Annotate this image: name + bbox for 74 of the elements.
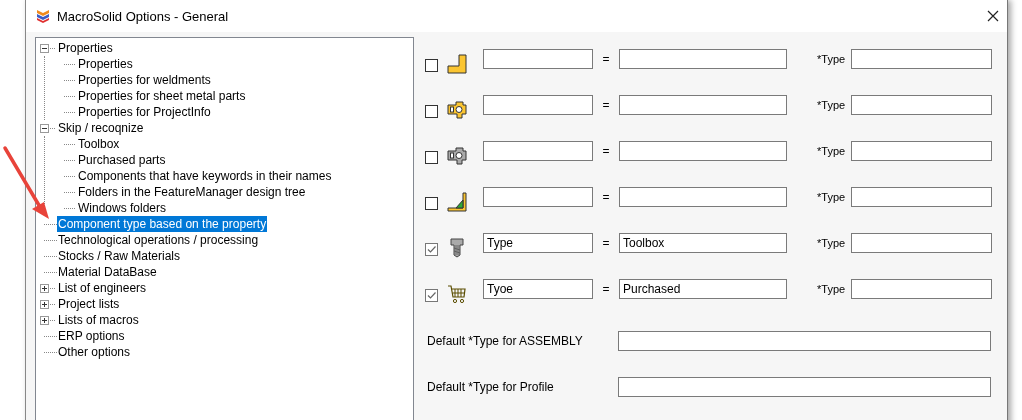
- property-field[interactable]: [483, 49, 593, 69]
- window-title: MacroSolid Options - General: [57, 8, 229, 24]
- equals-sign: =: [601, 144, 611, 158]
- tree-item[interactable]: Properties for ProjectInfo: [77, 104, 212, 120]
- tree-item[interactable]: Properties: [77, 56, 134, 72]
- type-label: *Type: [817, 283, 847, 295]
- checkbox[interactable]: [425, 58, 438, 72]
- tree-item[interactable]: Component type based on the property: [57, 216, 268, 232]
- tree-item[interactable]: Lists of macros: [57, 312, 140, 328]
- default-type-field[interactable]: [618, 377, 991, 397]
- value-field[interactable]: Purchased: [619, 279, 787, 299]
- bolt-icon: [447, 238, 467, 258]
- tree-item[interactable]: Components that have keywords in their names: [77, 168, 333, 184]
- type-label: *Type: [817, 99, 847, 111]
- checkbox[interactable]: [425, 242, 438, 256]
- cart-icon: [447, 284, 467, 304]
- type-label: *Type: [817, 191, 847, 203]
- type-field[interactable]: [851, 279, 992, 299]
- close-icon[interactable]: [987, 10, 999, 22]
- property-field[interactable]: Type: [483, 233, 593, 253]
- type-label: *Type: [817, 53, 847, 65]
- type-field[interactable]: [851, 95, 992, 115]
- tree-item[interactable]: Properties for sheet metal parts: [77, 88, 247, 104]
- block-icon: [447, 146, 467, 166]
- tree-item[interactable]: Technological operations / processing: [57, 232, 260, 248]
- tree-item[interactable]: List of engineers: [57, 280, 148, 296]
- value-field[interactable]: [619, 187, 787, 207]
- tree-item[interactable]: Folders in the FeatureManager design tree: [77, 184, 307, 200]
- tree-item[interactable]: ERP options: [57, 328, 126, 344]
- tree-item[interactable]: Stocks / Raw Materials: [57, 248, 182, 264]
- weld-icon: [447, 192, 467, 212]
- tree-item[interactable]: Other options: [57, 344, 132, 360]
- tree-item[interactable]: Purchased parts: [77, 152, 167, 168]
- tree-item[interactable]: Properties: [57, 40, 114, 56]
- checkbox[interactable]: [425, 150, 438, 164]
- checkbox[interactable]: [425, 104, 438, 118]
- property-field[interactable]: [483, 141, 593, 161]
- checkbox[interactable]: [425, 196, 438, 210]
- property-field[interactable]: [483, 187, 593, 207]
- expander-icon[interactable]: [40, 43, 49, 53]
- tree-item[interactable]: Skip / recoqnize: [57, 120, 145, 136]
- equals-sign: =: [601, 52, 611, 66]
- checkbox[interactable]: [425, 288, 438, 302]
- type-label: *Type: [817, 145, 847, 157]
- field-label: Default *Type for ASSEMBLY: [427, 334, 584, 348]
- expander-icon[interactable]: [40, 123, 49, 133]
- logo-icon: [36, 9, 50, 23]
- expander-icon[interactable]: [40, 283, 49, 293]
- type-field[interactable]: [851, 141, 992, 161]
- tree-item[interactable]: Material DataBase: [57, 264, 158, 280]
- field-label: Default *Type for Profile: [427, 380, 555, 394]
- block-icon: [447, 100, 467, 120]
- type-field[interactable]: [851, 187, 992, 207]
- tree-item[interactable]: Project lists: [57, 296, 121, 312]
- equals-sign: =: [601, 236, 611, 250]
- tree-item[interactable]: Toolbox: [77, 136, 121, 152]
- value-field[interactable]: [619, 141, 787, 161]
- default-type-field[interactable]: [618, 331, 991, 351]
- value-field[interactable]: Toolbox: [619, 233, 787, 253]
- property-field[interactable]: [483, 95, 593, 115]
- type-label: *Type: [817, 237, 847, 249]
- equals-sign: =: [601, 282, 611, 296]
- expander-icon[interactable]: [40, 299, 49, 309]
- value-field[interactable]: [619, 49, 787, 69]
- type-field[interactable]: [851, 49, 992, 69]
- l-plate-icon: [447, 54, 467, 74]
- tree-item[interactable]: Windows folders: [77, 200, 168, 216]
- expander-icon[interactable]: [40, 315, 49, 325]
- equals-sign: =: [601, 98, 611, 112]
- type-field[interactable]: [851, 233, 992, 253]
- tree-item[interactable]: Properties for weldments: [77, 72, 212, 88]
- value-field[interactable]: [619, 95, 787, 115]
- equals-sign: =: [601, 190, 611, 204]
- property-field[interactable]: Tyoe: [483, 279, 593, 299]
